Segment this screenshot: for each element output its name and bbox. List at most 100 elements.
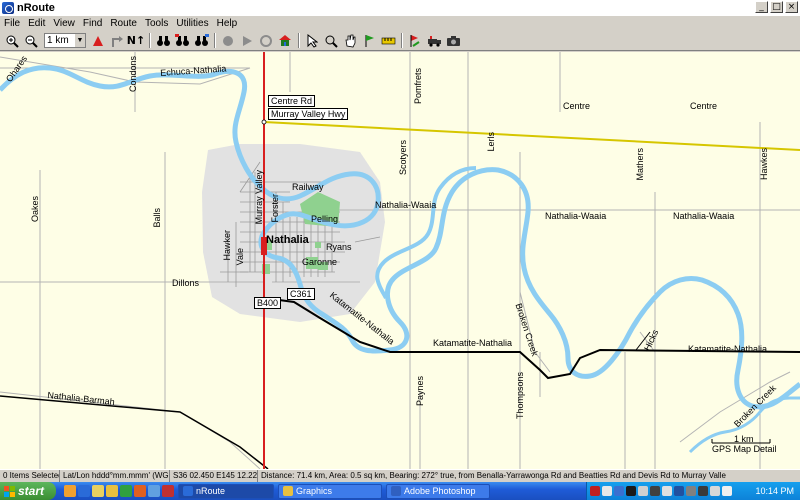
tray-icon[interactable] [638,486,648,496]
camera-icon[interactable] [444,32,462,49]
stop-icon[interactable] [257,32,275,49]
task-graphics-label: Graphics [296,486,333,496]
status-selected: 0 Items Selected [0,470,60,482]
road-label-garonne: Garonne [302,257,338,267]
road-label-oakes: Oakes [30,196,40,223]
binoculars-add-icon[interactable] [192,32,210,49]
play-icon[interactable] [238,32,256,49]
tray-icon[interactable] [710,486,720,496]
map-detail-label: GPS Map Detail [712,444,777,454]
shield-b400: B400 [254,297,282,309]
menu-help[interactable]: Help [213,18,242,29]
folder-task-icon [283,486,293,496]
window-title: nRoute [17,2,55,14]
record-icon[interactable] [219,32,237,49]
hand-tool-icon[interactable] [341,32,359,49]
zoom-out-icon[interactable] [22,32,40,49]
system-tray: 10:14 PM [586,482,800,500]
road-label-murray-valley-hwy: Murray Valley Hwy [268,108,349,120]
toolbar-separator [298,33,300,48]
start-button[interactable]: start [0,482,56,500]
binoculars-icon[interactable] [154,32,172,49]
task-nroute[interactable]: nRoute [178,483,274,499]
road-label-nathalia-waaia-3: Nathalia-Waaia [673,211,735,221]
chevron-down-icon: ▼ [75,34,85,47]
road-label-dillons: Dillons [172,278,200,288]
tray-icon[interactable] [674,486,684,496]
tray-icon[interactable] [614,486,624,496]
menu-view[interactable]: View [49,18,79,29]
road-label-forster: Forster [270,194,280,223]
status-coord-format: Lat/Lon hddd°mm.mmm' (WGS 84) [60,470,170,482]
road-label-pomfrets: Pomfrets [413,68,423,105]
browser-icon[interactable] [64,485,76,497]
turn-arrow-icon[interactable] [108,32,126,49]
minimize-button[interactable]: _ [755,1,768,13]
close-button[interactable]: × [785,1,798,13]
toolbar-separator [149,33,151,48]
home-icon[interactable] [276,32,294,49]
mail-icon[interactable] [92,485,104,497]
menu-file[interactable]: File [0,18,24,29]
status-coordinates: S36 02.450 E145 12.226 [170,470,258,482]
task-graphics[interactable]: Graphics [278,483,382,499]
tray-icon[interactable] [626,486,636,496]
window-controls: _ □ × [755,1,798,13]
scale-bar-label: 1 km [734,434,754,444]
shield-c361: C361 [287,288,315,300]
tray-icon[interactable] [602,486,612,496]
menu-tools[interactable]: Tools [141,18,172,29]
road-label-murray-valley: Murray Valley [254,170,264,225]
menu-route[interactable]: Route [106,18,141,29]
murray-valley-hwy [263,121,800,151]
toolbar-separator [214,33,216,48]
media-icon[interactable] [120,485,132,497]
volume-icon[interactable] [722,486,732,496]
menu-edit[interactable]: Edit [24,18,49,29]
route-tool-icon[interactable] [406,32,424,49]
junction-node [261,119,267,125]
road-label-centre-1: Centre [563,101,591,111]
road-label-centre-2: Centre [690,101,718,111]
map-view[interactable]: Ohares Condons Echuca-Nathalia Centre Rd… [0,52,800,469]
map-scale-select[interactable]: 1 km ▼ [44,33,86,48]
maximize-button[interactable]: □ [770,1,783,13]
binoculars-back-icon[interactable] [173,32,191,49]
app-icon [2,2,14,14]
messenger-icon[interactable] [134,485,146,497]
title-bar: nRoute _ □ × [0,0,800,16]
flag-tool-icon[interactable] [360,32,378,49]
road-label-katamatite-nathalia-2: Katamatite-Nathalia [688,344,768,354]
tray-icon[interactable] [686,486,696,496]
vehicle-icon[interactable] [425,32,443,49]
measure-tool-icon[interactable] [379,32,397,49]
road-label-hawkes: Hawkes [759,148,769,181]
tray-icon[interactable] [662,486,672,496]
folder-icon[interactable] [106,485,118,497]
app-launch-icon[interactable] [162,485,174,497]
triangle-marker-icon[interactable] [89,32,107,49]
zoom-in-icon[interactable] [3,32,21,49]
clock[interactable]: 10:14 PM [755,486,794,496]
road-label-nathalia-waaia-1: Nathalia-Waaia [375,200,437,210]
task-photoshop[interactable]: Adobe Photoshop [386,483,490,499]
tray-icon[interactable] [590,486,600,496]
road-label-paynes: Paynes [415,376,425,407]
road-label-balls: Balls [152,208,162,228]
taskbar: start nRoute Graphics Adobe Photoshop 10… [0,482,800,500]
explorer-icon[interactable] [78,485,90,497]
road-label-mathers: Mathers [635,148,645,181]
road-label-centre-rd: Centre Rd [268,95,316,107]
select-arrow-icon[interactable] [303,32,321,49]
menu-utilities[interactable]: Utilities [172,18,212,29]
road-label-condons: Condons [128,56,138,93]
windows-logo-icon [4,485,15,497]
status-bar: 0 Items Selected Lat/Lon hddd°mm.mmm' (W… [0,469,800,482]
tray-icon[interactable] [698,486,708,496]
tray-icon[interactable] [650,486,660,496]
zoom-tool-icon[interactable] [322,32,340,49]
river [0,65,800,410]
desktop-icon[interactable] [148,485,160,497]
north-up-icon[interactable]: N↑ [127,32,145,49]
menu-find[interactable]: Find [79,18,106,29]
